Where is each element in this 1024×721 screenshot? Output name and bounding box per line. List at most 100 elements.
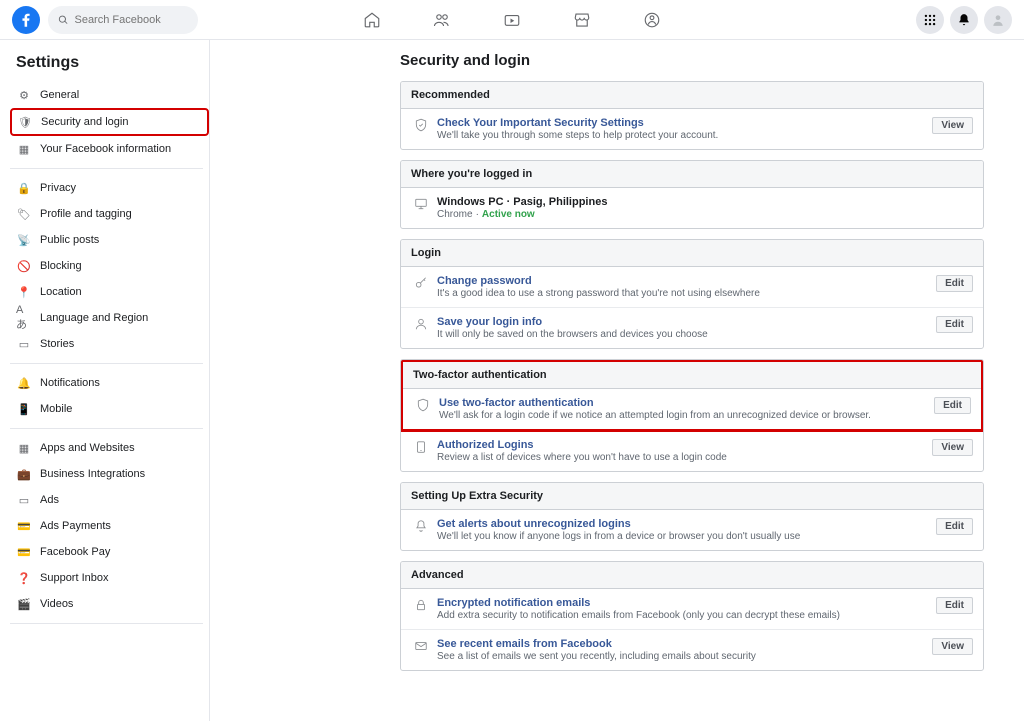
sidebar-item-videos[interactable]: 🎬 Videos bbox=[10, 591, 209, 617]
row-desc: It's a good idea to use a strong passwor… bbox=[437, 288, 930, 299]
section-heading: Recommended bbox=[401, 82, 983, 109]
row-title: Use two-factor authentication bbox=[439, 397, 928, 409]
sidebar-item-security[interactable]: 🛡 Security and login bbox=[10, 108, 209, 136]
view-button[interactable]: View bbox=[932, 638, 973, 655]
sidebar-item-label: Stories bbox=[40, 338, 74, 350]
main-content: Security and login Recommended Check You… bbox=[210, 40, 1024, 721]
view-button[interactable]: View bbox=[932, 439, 973, 456]
sidebar-item-profile-tagging[interactable]: 🏷 Profile and tagging bbox=[10, 201, 209, 227]
pin-icon: 📍 bbox=[16, 284, 32, 300]
avatar[interactable] bbox=[984, 6, 1012, 34]
page-title: Security and login bbox=[400, 52, 984, 69]
sidebar-item-general[interactable]: ⚙ General bbox=[10, 82, 209, 108]
sidebar-item-facebook-pay[interactable]: 💳 Facebook Pay bbox=[10, 539, 209, 565]
search-input[interactable] bbox=[74, 14, 188, 26]
sidebar-item-ads[interactable]: ▭ Ads bbox=[10, 487, 209, 513]
bell-icon: 🔔 bbox=[16, 375, 32, 391]
sidebar-item-apps[interactable]: ▦ Apps and Websites bbox=[10, 435, 209, 461]
row-check-security[interactable]: Check Your Important Security Settings W… bbox=[401, 109, 983, 149]
section-heading: Two-factor authentication bbox=[403, 362, 981, 389]
row-title: Authorized Logins bbox=[437, 439, 926, 451]
edit-button[interactable]: Edit bbox=[936, 316, 973, 333]
sidebar-item-support[interactable]: ❓ Support Inbox bbox=[10, 565, 209, 591]
sidebar-item-ads-payments[interactable]: 💳 Ads Payments bbox=[10, 513, 209, 539]
row-authorized-logins[interactable]: Authorized Logins Review a list of devic… bbox=[401, 431, 983, 471]
row-save-login[interactable]: Save your login info It will only be sav… bbox=[401, 308, 983, 348]
shield-icon: 🛡 bbox=[17, 114, 33, 130]
edit-button[interactable]: Edit bbox=[936, 275, 973, 292]
row-desc: Add extra security to notification email… bbox=[437, 610, 930, 621]
session-title: Windows PC · Pasig, Philippines bbox=[437, 196, 967, 208]
edit-button[interactable]: Edit bbox=[934, 397, 971, 414]
row-desc: We'll take you through some steps to hel… bbox=[437, 130, 926, 141]
sidebar-item-label: Your Facebook information bbox=[40, 143, 171, 155]
edit-button[interactable]: Edit bbox=[936, 597, 973, 614]
language-icon: Aあ bbox=[16, 310, 32, 326]
sidebar-item-blocking[interactable]: 🚫 Blocking bbox=[10, 253, 209, 279]
sidebar-item-notifications[interactable]: 🔔 Notifications bbox=[10, 370, 209, 396]
section-two-factor: Two-factor authentication Use two-factor… bbox=[400, 359, 984, 472]
friends-icon[interactable] bbox=[432, 10, 452, 30]
row-use-2fa[interactable]: Use two-factor authentication We'll ask … bbox=[403, 389, 981, 429]
sidebar-item-business[interactable]: 💼 Business Integrations bbox=[10, 461, 209, 487]
section-heading: Where you're logged in bbox=[401, 161, 983, 188]
apps-icon: ▦ bbox=[16, 440, 32, 456]
edit-button[interactable]: Edit bbox=[936, 518, 973, 535]
groups-icon[interactable] bbox=[642, 10, 662, 30]
sidebar-item-stories[interactable]: ▭ Stories bbox=[10, 331, 209, 357]
sidebar-item-your-info[interactable]: ▦ Your Facebook information bbox=[10, 136, 209, 162]
row-desc: We'll let you know if anyone logs in fro… bbox=[437, 531, 930, 542]
sidebar-item-label: Notifications bbox=[40, 377, 100, 389]
mobile-icon: 📱 bbox=[16, 401, 32, 417]
menu-icon[interactable] bbox=[916, 6, 944, 34]
search-box[interactable] bbox=[48, 6, 198, 34]
marketplace-icon[interactable] bbox=[572, 10, 592, 30]
row-desc: We'll ask for a login code if we notice … bbox=[439, 410, 928, 421]
sidebar-item-label: Blocking bbox=[40, 260, 82, 272]
center-nav bbox=[362, 10, 662, 30]
globe-icon: 📡 bbox=[16, 232, 32, 248]
sidebar-item-location[interactable]: 📍 Location bbox=[10, 279, 209, 305]
row-recent-emails[interactable]: See recent emails from Facebook See a li… bbox=[401, 630, 983, 670]
home-icon[interactable] bbox=[362, 10, 382, 30]
sidebar-item-label: Public posts bbox=[40, 234, 99, 246]
top-bar bbox=[0, 0, 1024, 40]
section-where-logged-in: Where you're logged in Windows PC · Pasi… bbox=[400, 160, 984, 229]
tag-icon: 🏷 bbox=[16, 206, 32, 222]
stories-icon: ▭ bbox=[16, 336, 32, 352]
row-title: Change password bbox=[437, 275, 930, 287]
notifications-icon[interactable] bbox=[950, 6, 978, 34]
desktop-icon bbox=[411, 196, 431, 211]
row-session[interactable]: Windows PC · Pasig, Philippines Chrome·A… bbox=[401, 188, 983, 228]
view-button[interactable]: View bbox=[932, 117, 973, 134]
session-desc: Chrome·Active now bbox=[437, 209, 967, 220]
watch-icon[interactable] bbox=[502, 10, 522, 30]
sidebar-item-public-posts[interactable]: 📡 Public posts bbox=[10, 227, 209, 253]
right-icons bbox=[916, 6, 1012, 34]
row-title: Encrypted notification emails bbox=[437, 597, 930, 609]
sidebar-item-label: Business Integrations bbox=[40, 468, 145, 480]
sidebar-item-label: General bbox=[40, 89, 79, 101]
sidebar-item-mobile[interactable]: 📱 Mobile bbox=[10, 396, 209, 422]
facebook-logo[interactable] bbox=[12, 6, 40, 34]
row-title: Get alerts about unrecognized logins bbox=[437, 518, 930, 530]
section-advanced: Advanced Encrypted notification emails A… bbox=[400, 561, 984, 671]
row-title: See recent emails from Facebook bbox=[437, 638, 926, 650]
sidebar-item-label: Support Inbox bbox=[40, 572, 109, 584]
sidebar-item-language[interactable]: Aあ Language and Region bbox=[10, 305, 209, 331]
row-encrypted-emails[interactable]: Encrypted notification emails Add extra … bbox=[401, 589, 983, 630]
sidebar-item-privacy[interactable]: 🔒 Privacy bbox=[10, 175, 209, 201]
section-heading: Setting Up Extra Security bbox=[401, 483, 983, 510]
row-alerts[interactable]: Get alerts about unrecognized logins We'… bbox=[401, 510, 983, 550]
row-change-password[interactable]: Change password It's a good idea to use … bbox=[401, 267, 983, 308]
sidebar-item-label: Profile and tagging bbox=[40, 208, 132, 220]
info-icon: ▦ bbox=[16, 141, 32, 157]
sidebar-item-label: Facebook Pay bbox=[40, 546, 110, 558]
block-icon: 🚫 bbox=[16, 258, 32, 274]
sidebar-item-label: Language and Region bbox=[40, 312, 148, 324]
card-icon: 💳 bbox=[16, 518, 32, 534]
section-recommended: Recommended Check Your Important Securit… bbox=[400, 81, 984, 150]
pay-icon: 💳 bbox=[16, 544, 32, 560]
row-title: Check Your Important Security Settings bbox=[437, 117, 926, 129]
video-icon: 🎬 bbox=[16, 596, 32, 612]
